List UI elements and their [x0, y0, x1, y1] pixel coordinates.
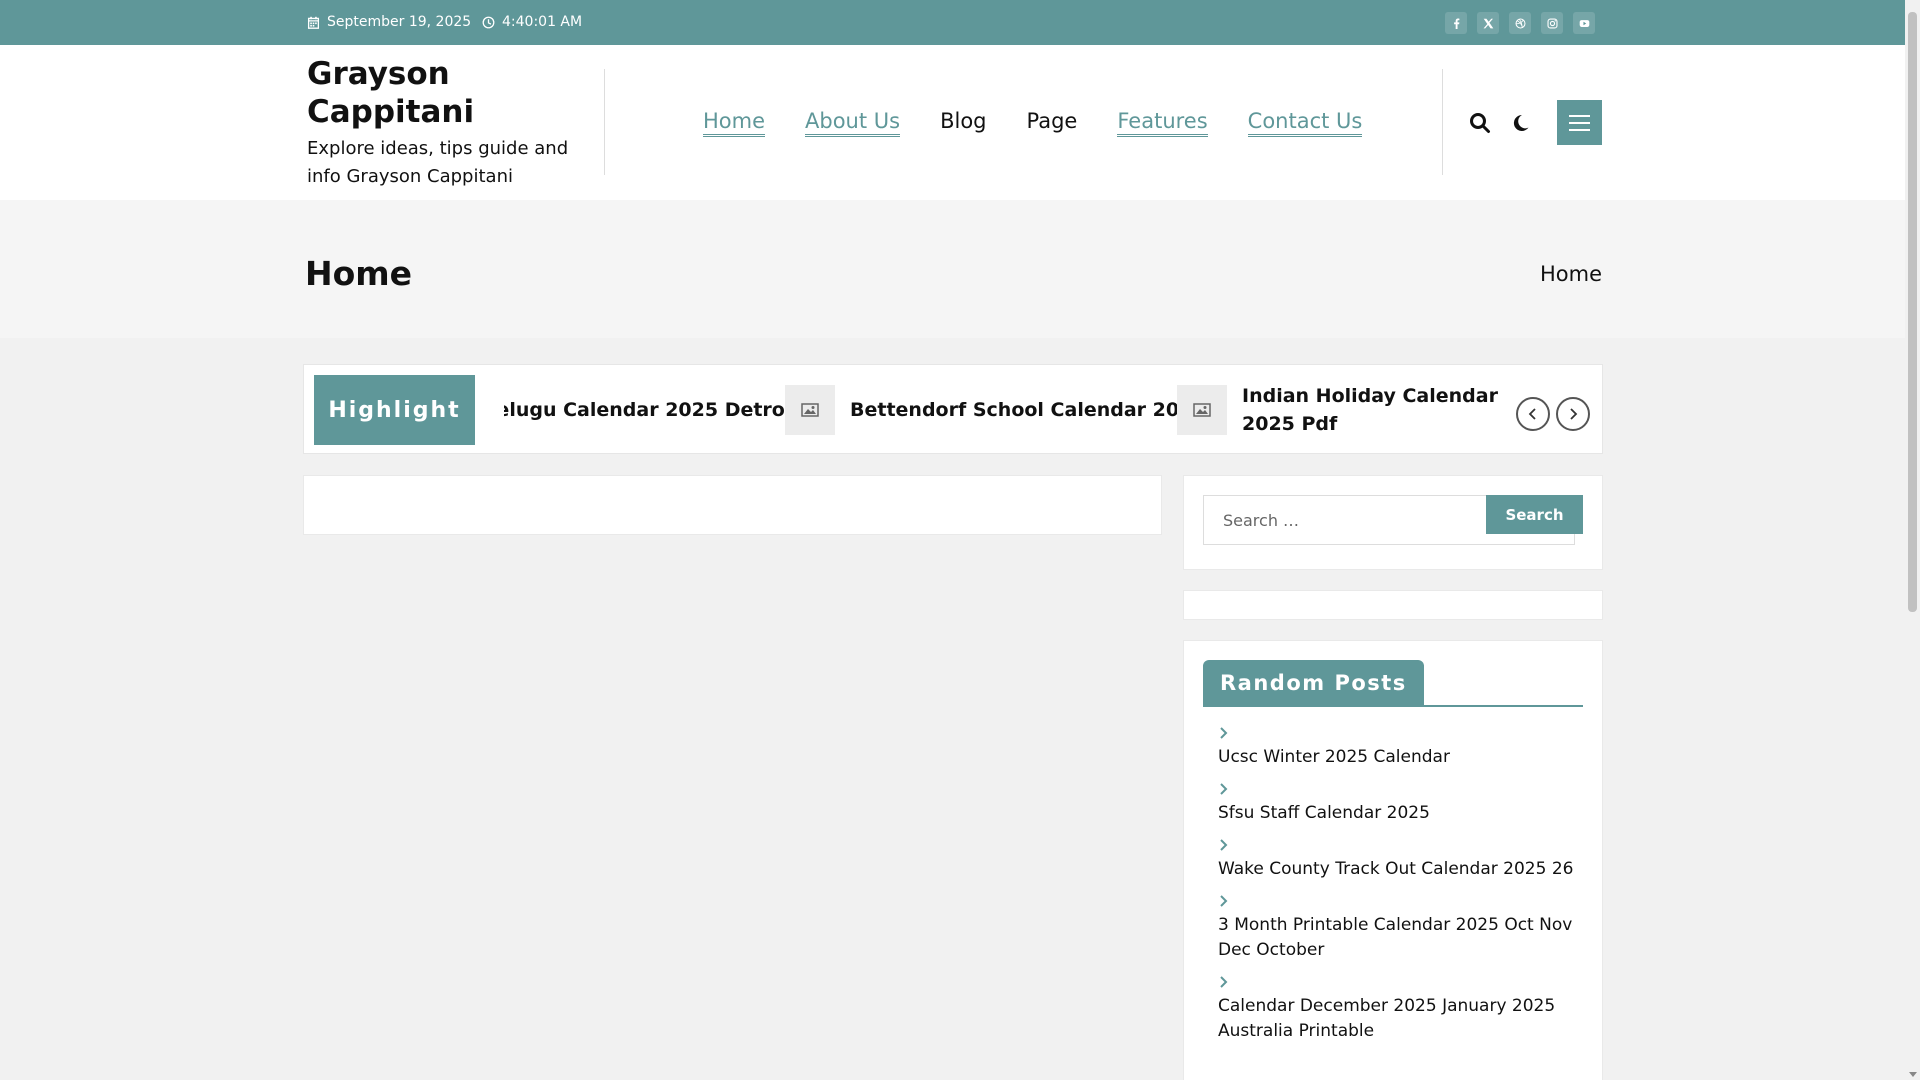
highlight-ticker: Highlight Telugu Calendar 2025 Detroit B…	[303, 364, 1603, 454]
list-item: 3 Month Printable Calendar 2025 Oct Nov …	[1218, 893, 1588, 963]
list-item: Sfsu Staff Calendar 2025	[1218, 781, 1588, 826]
date-display: September 19, 2025	[307, 14, 471, 30]
x-twitter-icon[interactable]	[1477, 12, 1499, 34]
nav-blog[interactable]: Blog	[940, 109, 986, 137]
header-divider-left	[604, 69, 605, 175]
site-title[interactable]: Grayson Cappitani	[307, 55, 592, 131]
highlight-label: Highlight	[314, 375, 475, 445]
menu-bar-icon	[1569, 128, 1590, 131]
search-icon[interactable]	[1468, 111, 1492, 135]
nav-contact-us[interactable]: Contact Us	[1247, 109, 1363, 137]
youtube-icon[interactable]	[1573, 12, 1595, 34]
page-title-band: Home Home	[0, 200, 1905, 338]
calendar-icon	[307, 16, 320, 29]
page-scrollbar[interactable]	[1905, 0, 1920, 1080]
random-post-link[interactable]: Calendar December 2025 January 2025 Aust…	[1218, 994, 1588, 1044]
social-links	[1445, 12, 1595, 34]
list-item: Calendar December 2025 January 2025 Aust…	[1218, 974, 1588, 1044]
site-tagline: Explore ideas, tips guide and info Grays…	[307, 138, 569, 187]
random-post-link[interactable]: Wake County Track Out Calendar 2025 26	[1218, 857, 1588, 882]
ticker-item[interactable]: Indian Holiday Calendar 2025 Pdf	[1177, 365, 1504, 453]
ticker-item-title[interactable]: Indian Holiday Calendar 2025 Pdf	[1242, 382, 1504, 438]
image-placeholder-icon	[1177, 385, 1227, 435]
ticker-item[interactable]: Bettendorf School Calendar 2025	[785, 365, 1206, 453]
facebook-icon[interactable]	[1445, 12, 1467, 34]
time-display: 4:40:01 AM	[482, 14, 582, 30]
header-divider-right	[1442, 69, 1443, 175]
main-content-box	[303, 475, 1162, 535]
random-posts-title: Random Posts	[1203, 660, 1424, 705]
random-post-link[interactable]: 3 Month Printable Calendar 2025 Oct Nov …	[1218, 913, 1588, 963]
chevron-right-icon	[1218, 837, 1230, 851]
time-text: 4:40:01 AM	[502, 14, 583, 30]
empty-widget	[1183, 590, 1603, 620]
offcanvas-menu-button[interactable]	[1557, 100, 1602, 145]
top-bar: September 19, 2025 4:40:01 AM	[0, 0, 1905, 45]
main-navigation: Home About Us Blog Page Features Contact…	[703, 109, 1363, 137]
list-item: Wake County Track Out Calendar 2025 26	[1218, 837, 1588, 882]
nav-home[interactable]: Home	[703, 109, 766, 137]
breadcrumb[interactable]: Home	[1540, 262, 1602, 286]
scrollbar-thumb[interactable]	[1908, 12, 1917, 612]
chevron-left-icon	[1528, 408, 1536, 420]
image-placeholder-icon	[785, 385, 835, 435]
menu-bar-icon	[1569, 114, 1590, 117]
nav-about-us[interactable]: About Us	[805, 109, 901, 137]
random-post-link[interactable]: Sfsu Staff Calendar 2025	[1218, 801, 1588, 826]
search-input[interactable]	[1204, 496, 1484, 544]
site-branding: Grayson Cappitani Explore ideas, tips gu…	[307, 55, 592, 191]
page-title: Home	[305, 254, 413, 293]
ticker-item[interactable]: Telugu Calendar 2025 Detroit	[504, 365, 800, 453]
nav-page[interactable]: Page	[1027, 109, 1078, 137]
instagram-icon[interactable]	[1541, 12, 1563, 34]
ticker-next-button[interactable]	[1556, 397, 1590, 431]
dribbble-icon[interactable]	[1509, 12, 1531, 34]
menu-bar-icon	[1569, 121, 1590, 124]
dark-mode-toggle-icon[interactable]	[1508, 111, 1532, 135]
site-header: Grayson Cappitani Explore ideas, tips gu…	[0, 45, 1905, 200]
chevron-right-icon	[1218, 893, 1230, 907]
date-text: September 19, 2025	[327, 14, 472, 30]
chevron-right-icon	[1570, 408, 1578, 420]
random-posts-header: Random Posts	[1203, 660, 1583, 707]
clock-icon	[482, 16, 495, 28]
chevron-right-icon	[1218, 781, 1230, 795]
list-item: Ucsc Winter 2025 Calendar	[1218, 725, 1588, 770]
random-posts-list: Ucsc Winter 2025 Calendar Sfsu Staff Cal…	[1218, 725, 1588, 1055]
chevron-right-icon	[1218, 725, 1230, 739]
ticker-item-title[interactable]: Telugu Calendar 2025 Detroit	[504, 399, 800, 421]
ticker-track: Telugu Calendar 2025 Detroit Bettendorf …	[504, 365, 1504, 453]
scroll-down-arrow-icon[interactable]	[1909, 1072, 1917, 1077]
random-post-link[interactable]: Ucsc Winter 2025 Calendar	[1218, 745, 1588, 770]
chevron-right-icon	[1218, 974, 1230, 988]
ticker-item-title[interactable]: Bettendorf School Calendar 2025	[850, 399, 1206, 421]
search-button[interactable]: Search	[1486, 495, 1583, 534]
nav-features[interactable]: Features	[1117, 109, 1208, 137]
ticker-prev-button[interactable]	[1516, 397, 1550, 431]
